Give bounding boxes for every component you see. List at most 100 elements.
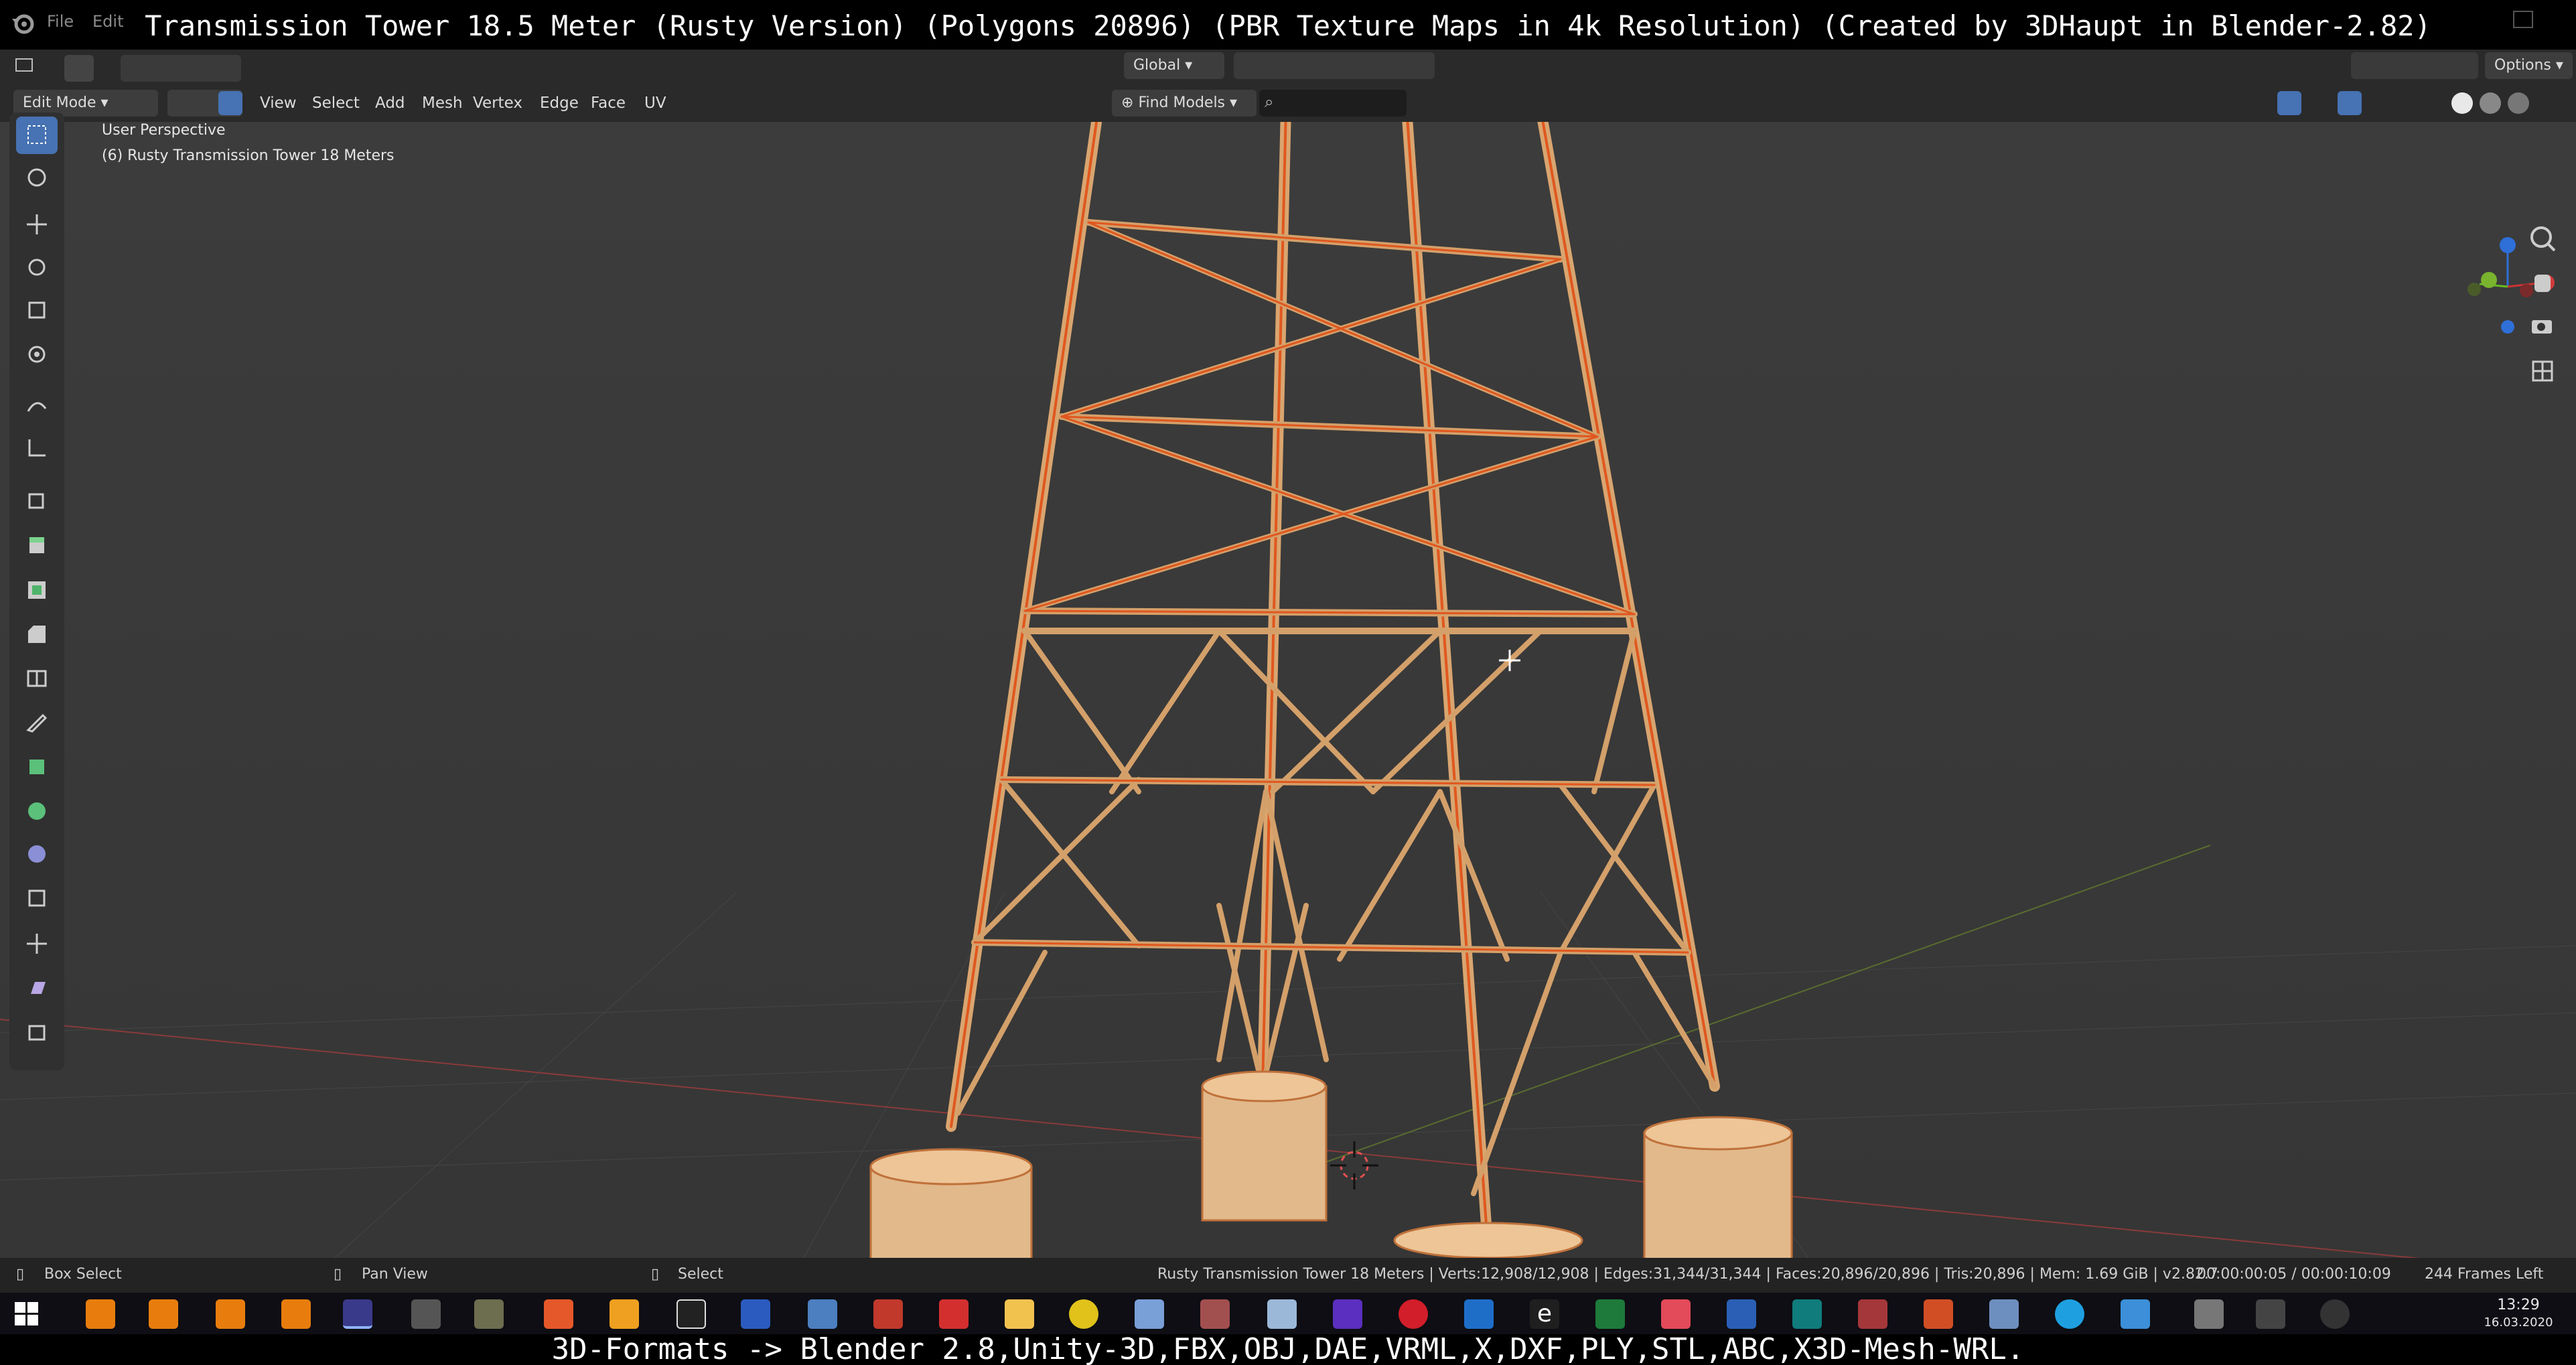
menu-view[interactable]: View: [260, 91, 297, 115]
taskbar-gem-icon[interactable]: [1333, 1299, 1362, 1329]
cursor-icon[interactable]: [16, 159, 58, 197]
taskbar-excel-icon[interactable]: [1595, 1299, 1625, 1329]
measure-icon[interactable]: [16, 430, 58, 468]
clock-time: 13:29: [2497, 1297, 2540, 1313]
editor-type-icon[interactable]: [13, 55, 35, 76]
taskbar-opera-icon[interactable]: [1399, 1299, 1428, 1329]
windows-start-icon[interactable]: [15, 1302, 39, 1326]
knife-icon[interactable]: [16, 705, 58, 742]
rip-icon[interactable]: [16, 1014, 58, 1052]
taskbar-xbox-icon[interactable]: [1069, 1299, 1098, 1329]
status-pan-view: Pan View: [362, 1266, 428, 1283]
taskbar-clock[interactable]: 13:29 16.03.2020: [2472, 1297, 2565, 1332]
taskbar-network-icon[interactable]: [808, 1299, 837, 1329]
menu-edge[interactable]: Edge: [540, 91, 579, 115]
orientation-dropdown[interactable]: Global ▾: [1124, 52, 1224, 79]
taskbar-paper-icon[interactable]: [1267, 1299, 1297, 1329]
select-mode-buttons[interactable]: [121, 55, 241, 82]
viewport-object-label: (6) Rusty Transmission Tower 18 Meters: [102, 147, 395, 164]
play-button[interactable]: [64, 55, 94, 82]
menu-face[interactable]: Face: [591, 91, 626, 115]
gizmo-y-icon[interactable]: [2481, 272, 2497, 288]
taskbar-firefox-icon[interactable]: [544, 1299, 573, 1329]
options-dropdown[interactable]: Options ▾: [2485, 52, 2573, 79]
solid-shading-icon[interactable]: [2451, 92, 2473, 114]
3d-viewport[interactable]: User Perspective (6) Rusty Transmission …: [0, 122, 2576, 1258]
taskbar-unity2-icon[interactable]: [2256, 1299, 2285, 1329]
menu-select[interactable]: Select: [312, 91, 360, 115]
annotate-icon[interactable]: [16, 387, 58, 425]
taskbar-terminal-icon[interactable]: [676, 1299, 706, 1329]
taskbar-pdf-icon[interactable]: [939, 1299, 969, 1329]
overlay-bottom-bar: 3D-Formats -> Blender 2.8,Unity-3D,FBX,O…: [0, 1334, 2576, 1365]
taskbar-pen-icon[interactable]: [2121, 1299, 2150, 1329]
taskbar-gimp-icon[interactable]: [474, 1299, 504, 1329]
clock-date: 16.03.2020: [2484, 1315, 2553, 1330]
transform-icon[interactable]: [16, 336, 58, 374]
shear-icon[interactable]: [16, 970, 58, 1007]
search-field[interactable]: ⌕: [1259, 90, 1407, 117]
menu-uv[interactable]: UV: [644, 91, 666, 115]
shrink-fatten-icon[interactable]: [16, 926, 58, 963]
taskbar-blender-icon[interactable]: [149, 1299, 178, 1329]
add-cube-icon[interactable]: [16, 482, 58, 520]
spin-icon[interactable]: [16, 793, 58, 831]
taskbar-circle-icon[interactable]: [2320, 1299, 2350, 1329]
bevel-icon[interactable]: [16, 616, 58, 654]
taskbar-outlook-icon[interactable]: [1464, 1299, 1494, 1329]
status-select: Select: [678, 1266, 723, 1283]
taskbar-edge-icon[interactable]: e: [1530, 1299, 1559, 1329]
taskbar-unity-icon[interactable]: [411, 1299, 441, 1329]
taskbar-access-icon[interactable]: [1858, 1299, 1887, 1329]
menu-mesh[interactable]: Mesh: [422, 91, 463, 115]
taskbar-powerpoint-icon[interactable]: [1924, 1299, 1953, 1329]
scale-icon[interactable]: [16, 292, 58, 330]
pan-hand-icon[interactable]: [2524, 264, 2561, 301]
mirror-axis-buttons[interactable]: [2351, 52, 2478, 79]
gizmo-toggle-icon[interactable]: [2277, 91, 2301, 115]
poly-build-icon[interactable]: [16, 749, 58, 786]
overlay-toggle-icon[interactable]: [2338, 91, 2362, 115]
taskbar-word-icon[interactable]: [1727, 1299, 1756, 1329]
taskbar-notes-icon[interactable]: [1135, 1299, 1164, 1329]
select-mode-toggle[interactable]: [167, 90, 242, 117]
inset-icon[interactable]: [16, 572, 58, 609]
taskbar-publisher-icon[interactable]: [1792, 1299, 1822, 1329]
header-subrow: Global ▾ Options ▾: [0, 50, 2576, 84]
menu-add[interactable]: Add: [375, 91, 405, 115]
box-select-icon[interactable]: [16, 117, 58, 154]
menu-vertex[interactable]: Vertex: [473, 91, 522, 115]
taskbar-flame-icon[interactable]: [610, 1299, 639, 1329]
edge-slide-icon[interactable]: [16, 880, 58, 918]
window-restore-button[interactable]: [2513, 11, 2533, 28]
taskbar-blender-active-icon[interactable]: [343, 1299, 372, 1329]
taskbar-blender-icon[interactable]: [86, 1299, 115, 1329]
move-icon[interactable]: [16, 206, 58, 244]
extrude-icon[interactable]: [16, 528, 58, 565]
mouse-middle-icon: ▯: [334, 1266, 342, 1283]
taskbar-blender-icon[interactable]: [281, 1299, 311, 1329]
gizmo-z-icon[interactable]: [2500, 237, 2516, 253]
rotate-icon[interactable]: [16, 249, 58, 287]
material-shading-icon[interactable]: [2480, 92, 2501, 114]
taskbar-calc-icon[interactable]: [1989, 1299, 2019, 1329]
taskbar-toolset-icon[interactable]: [1200, 1299, 1230, 1329]
taskbar-blender-icon[interactable]: [216, 1299, 245, 1329]
smooth-icon[interactable]: [16, 836, 58, 873]
taskbar-vector-icon[interactable]: [1661, 1299, 1691, 1329]
loop-cut-icon[interactable]: [16, 660, 58, 698]
taskbar-skype-icon[interactable]: [2055, 1299, 2084, 1329]
taskbar-floppy-icon[interactable]: [741, 1299, 770, 1329]
taskbar-tools-icon[interactable]: [873, 1299, 903, 1329]
grid-view-icon[interactable]: [2524, 352, 2561, 390]
taskbar-folder-icon[interactable]: [1005, 1299, 1034, 1329]
shading-controls[interactable]: [2217, 90, 2552, 117]
camera-icon[interactable]: [2524, 308, 2561, 346]
taskbar-crane-icon[interactable]: [2194, 1299, 2224, 1329]
globe-icon: ⊕: [1121, 94, 1139, 111]
snapping-controls[interactable]: [1234, 52, 1435, 79]
rendered-shading-icon[interactable]: [2508, 92, 2529, 114]
find-models-dropdown[interactable]: ⊕ Find Models ▾: [1112, 90, 1257, 117]
zoom-icon[interactable]: [2524, 220, 2561, 257]
face-select-icon[interactable]: [218, 91, 242, 115]
